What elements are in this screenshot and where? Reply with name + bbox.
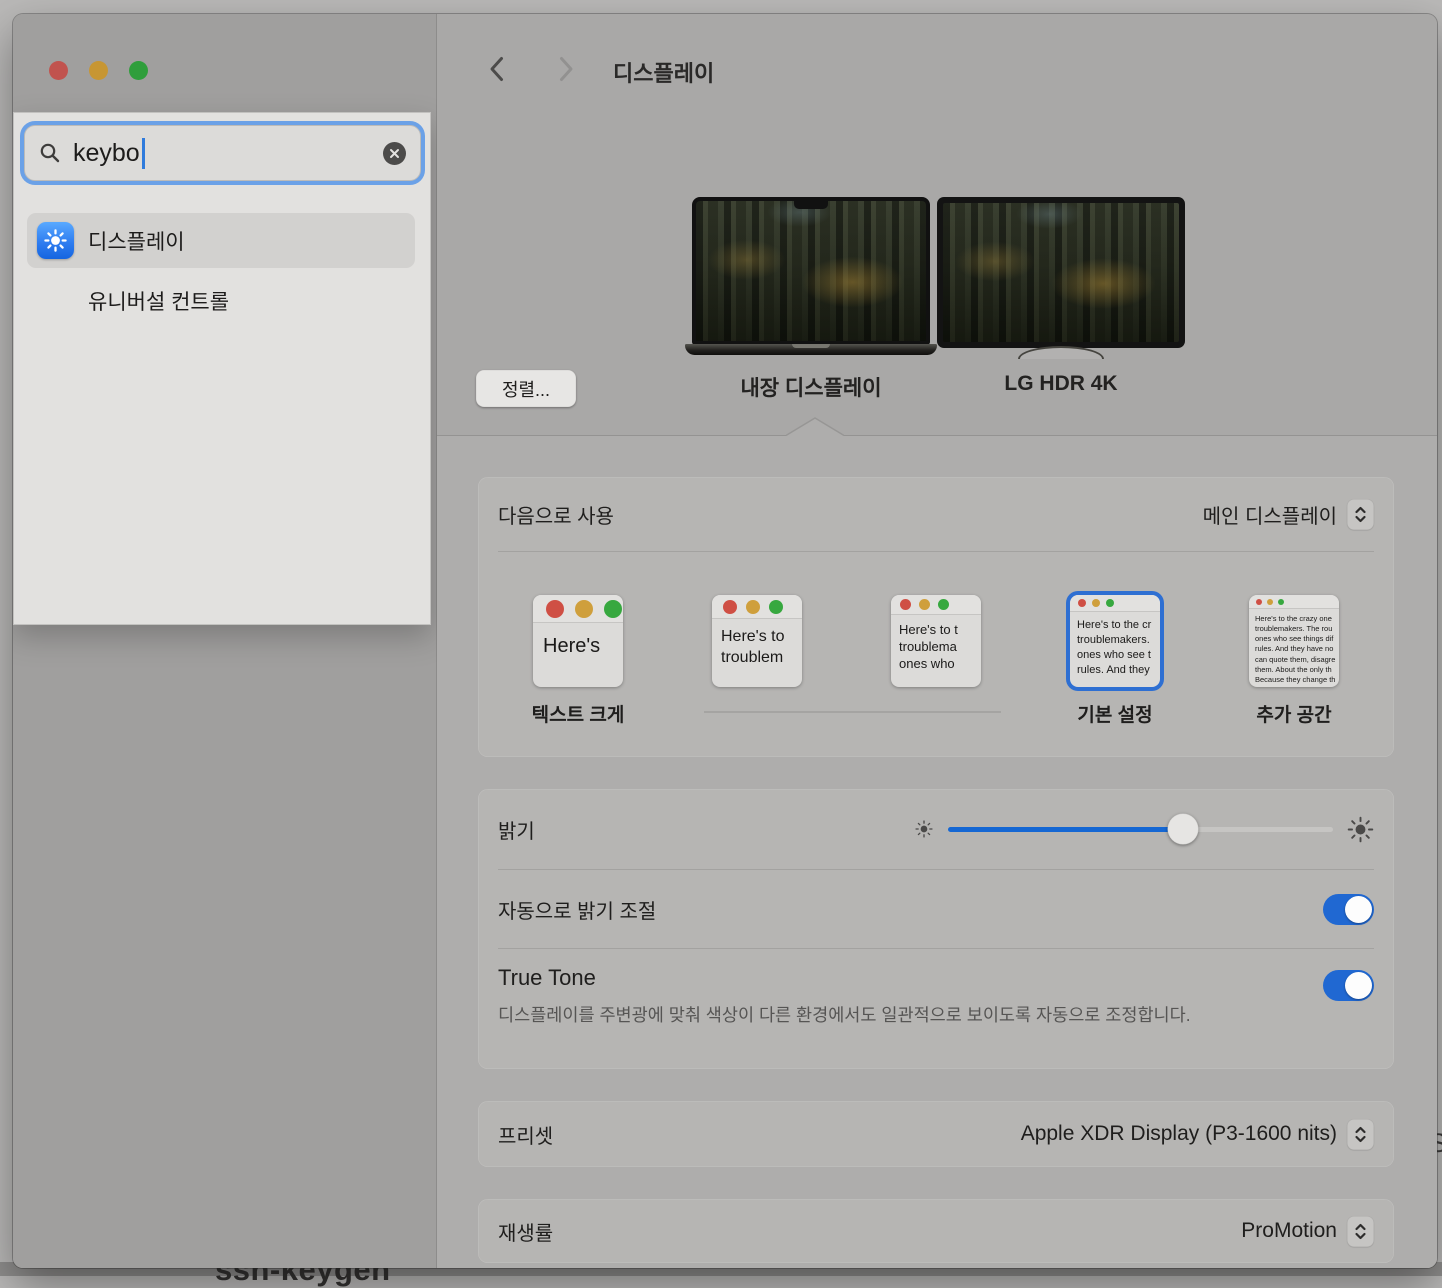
search-results-popup: keybo (13, 112, 431, 625)
brightness-slider-knob[interactable] (1167, 814, 1198, 845)
true-tone-label: True Tone (498, 965, 1374, 991)
laptop-notch (794, 201, 828, 209)
use-as-dropdown[interactable] (1347, 499, 1374, 530)
text-cursor (142, 138, 145, 169)
display-brightness-icon (37, 222, 74, 259)
refresh-rate-dropdown[interactable] (1347, 1216, 1374, 1247)
row-divider (498, 551, 1374, 552)
chevron-left-icon (489, 56, 504, 82)
builtin-display-name: 내장 디스플레이 (692, 372, 930, 402)
brightness-high-icon (1347, 816, 1374, 843)
system-settings-window: keybo (13, 14, 1437, 1268)
forward-button[interactable] (551, 54, 581, 84)
true-tone-toggle[interactable] (1323, 970, 1374, 1001)
wallpaper-thumbnail (943, 203, 1179, 342)
external-display-preview[interactable] (937, 197, 1185, 359)
use-as-row: 다음으로 사용 메인 디스플레이 (478, 477, 1394, 551)
brightness-label: 밝기 (498, 815, 535, 844)
section-divider (437, 435, 1437, 436)
brightness-slider-fill (948, 827, 1183, 832)
external-display-name: LG HDR 4K (937, 372, 1185, 396)
chevron-right-icon (559, 56, 574, 82)
zoom-button[interactable] (129, 61, 148, 80)
laptop-base (685, 344, 937, 355)
mini-window-titlebar (1070, 595, 1160, 612)
preset-dropdown[interactable] (1347, 1119, 1374, 1150)
auto-brightness-row: 자동으로 밝기 조절 (478, 870, 1394, 948)
scaling-label-more-space: 추가 공간 (1204, 700, 1384, 727)
arrange-button[interactable]: 정렬... (476, 370, 576, 407)
scaling-option-more-space[interactable]: Here's to the crazy one troublemakers. T… (1249, 595, 1339, 687)
scaling-label-larger-text: 텍스트 크게 (488, 700, 668, 727)
true-tone-row: True Tone 디스플레이를 주변광에 맞춰 색상이 다른 환경에서도 일관… (478, 949, 1394, 1029)
scaling-option-default[interactable]: Here's to the cr troublemakers. ones who… (1070, 595, 1160, 687)
preset-label: 프리셋 (498, 1120, 553, 1149)
mini-window-text: Here's to t troublema ones who (891, 615, 981, 673)
search-result-universal-control[interactable]: 유니버설 컨트롤 (27, 281, 415, 321)
chevron-up-down-icon (1354, 1222, 1367, 1241)
search-input[interactable]: keybo (24, 125, 421, 181)
scaling-option-3[interactable]: Here's to t troublema ones who (891, 595, 981, 687)
clear-search-button[interactable] (383, 142, 406, 165)
refresh-rate-card: 재생률 ProMotion (478, 1199, 1394, 1263)
builtin-display-preview[interactable] (692, 197, 930, 355)
search-query-text: keybo (73, 139, 140, 168)
brightness-row: 밝기 (478, 789, 1394, 869)
preset-row: 프리셋 Apple XDR Display (P3-1600 nits) (478, 1101, 1394, 1167)
refresh-rate-row: 재생률 ProMotion (478, 1199, 1394, 1263)
refresh-rate-value: ProMotion (1241, 1219, 1337, 1243)
sidebar: keybo (13, 14, 437, 1268)
mini-window-text: Here's to the cr troublemakers. ones who… (1070, 612, 1160, 677)
auto-brightness-label: 자동으로 밝기 조절 (498, 895, 656, 924)
back-button[interactable] (481, 54, 511, 84)
mini-window-titlebar (533, 595, 623, 623)
use-as-value: 메인 디스플레이 (1203, 500, 1337, 529)
auto-brightness-toggle[interactable] (1323, 894, 1374, 925)
refresh-rate-label: 재생률 (498, 1217, 553, 1246)
minimize-button[interactable] (89, 61, 108, 80)
search-result-label: 디스플레이 (88, 226, 185, 256)
search-result-label: 유니버설 컨트롤 (88, 286, 229, 316)
mini-window-text: Here's to troublem (712, 619, 802, 669)
scaling-option-2[interactable]: Here's to troublem (712, 595, 802, 687)
mini-window-text: Here's to the crazy one troublemakers. T… (1249, 609, 1339, 685)
preset-value: Apple XDR Display (P3-1600 nits) (1021, 1122, 1337, 1146)
use-as-label: 다음으로 사용 (498, 500, 614, 529)
display-settings-pane: 디스플레이 내장 디스플레이 LG HDR 4K 정렬... 다음으로 (437, 14, 1437, 1268)
close-icon (389, 148, 400, 159)
search-result-displays[interactable]: 디스플레이 (27, 213, 415, 268)
window-controls (49, 61, 148, 80)
brightness-slider[interactable] (948, 827, 1333, 832)
close-button[interactable] (49, 61, 68, 80)
search-icon (39, 142, 61, 164)
selected-display-pointer (786, 417, 844, 436)
resolution-card: 다음으로 사용 메인 디스플레이 Here's (478, 477, 1394, 757)
scaling-connector-line (704, 711, 1001, 713)
mini-window-titlebar (1249, 595, 1339, 609)
brightness-low-icon (914, 819, 934, 839)
mini-window-text: Here's (543, 635, 623, 658)
wallpaper-thumbnail (696, 201, 926, 341)
true-tone-description: 디스플레이를 주변광에 맞춰 색상이 다른 환경에서도 일관적으로 보이도록 자… (498, 1001, 1243, 1029)
chevron-up-down-icon (1354, 505, 1367, 524)
brightness-card: 밝기 (478, 789, 1394, 1069)
preset-card: 프리셋 Apple XDR Display (P3-1600 nits) (478, 1101, 1394, 1167)
scaling-option-larger-text[interactable]: Here's (533, 595, 623, 687)
scaling-label-default: 기본 설정 (1025, 700, 1205, 727)
mini-window-titlebar (891, 595, 981, 615)
chevron-up-down-icon (1354, 1125, 1367, 1144)
mini-window-titlebar (712, 595, 802, 619)
page-title: 디스플레이 (613, 56, 714, 88)
